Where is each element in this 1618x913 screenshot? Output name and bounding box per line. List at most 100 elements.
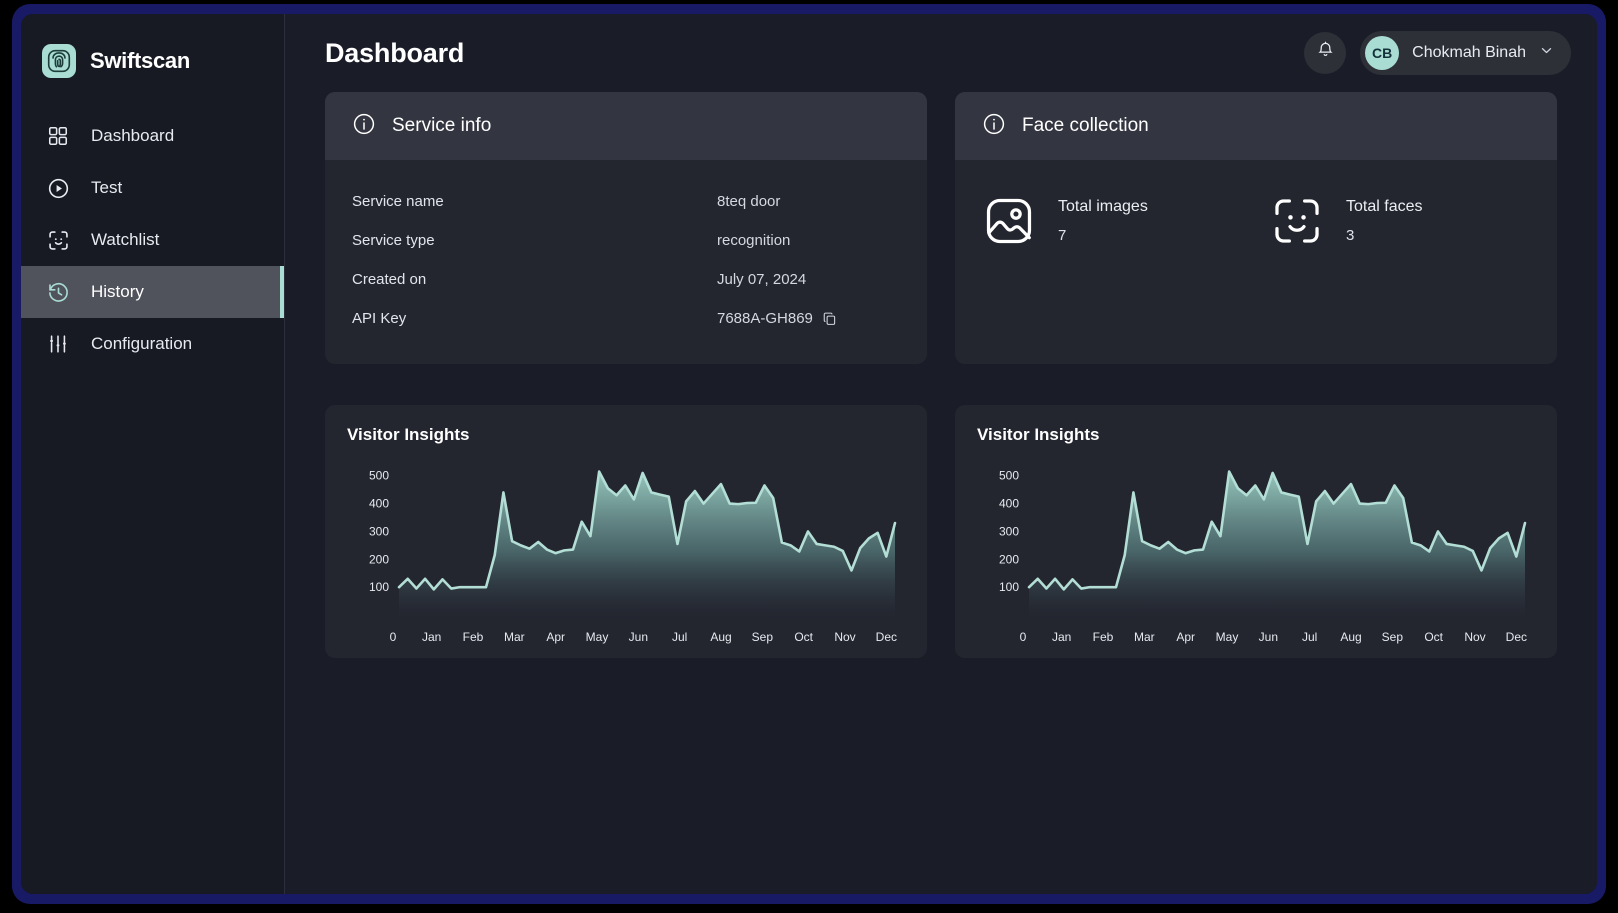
table-row: Created on July 07, 2024 xyxy=(352,260,900,299)
sidebar-item-label: Test xyxy=(91,178,123,197)
table-row: API Key 7688A-GH869 xyxy=(352,299,900,338)
stat-group: Total images 7 Total faces 3 xyxy=(982,182,1530,248)
svg-text:Jun: Jun xyxy=(1259,630,1278,644)
svg-text:May: May xyxy=(1216,630,1239,644)
face-collection-card: Face collection Total images 7 Total fac… xyxy=(955,92,1557,364)
stat-text: Total images 7 xyxy=(1058,198,1148,244)
service-info-card: Service info Service name 8teq door Serv… xyxy=(325,92,927,364)
app-window: Swiftscan Dashboard Test Watchlist Histo… xyxy=(21,14,1597,894)
grid-icon xyxy=(45,123,71,149)
visitor-insights-chart-left: Visitor Insights 100 200 300 400 500 0 Jan Feb M… xyxy=(325,405,927,658)
screen: Swiftscan Dashboard Test Watchlist Histo… xyxy=(0,0,1618,913)
svg-text:100: 100 xyxy=(999,580,1019,594)
sidebar: Swiftscan Dashboard Test Watchlist Histo… xyxy=(21,14,285,894)
clock-rotate-icon xyxy=(45,279,71,305)
face-scan-icon xyxy=(45,227,71,253)
svg-text:Apr: Apr xyxy=(546,630,565,644)
stat-total-images: Total images 7 xyxy=(982,194,1270,248)
chart-plot-area: 100 200 300 400 500 0 Jan Feb Mar Apr May Jun Jul Aug… xyxy=(977,453,1535,649)
info-row-group: Service info Service name 8teq door Serv… xyxy=(325,92,1557,364)
row-value: 8teq door xyxy=(717,193,780,210)
row-value: recognition xyxy=(717,232,790,249)
face-scan-icon xyxy=(1270,194,1324,248)
svg-text:0: 0 xyxy=(1020,630,1027,644)
sidebar-item-label: History xyxy=(91,282,144,301)
row-key: API Key xyxy=(352,310,407,327)
image-icon xyxy=(982,194,1036,248)
sidebar-item-label: Configuration xyxy=(91,334,193,353)
svg-text:Feb: Feb xyxy=(1093,630,1114,644)
user-name: Chokmah Binah xyxy=(1412,44,1526,61)
svg-text:500: 500 xyxy=(369,469,389,483)
row-value-text: recognition xyxy=(717,232,791,249)
sidebar-item-dashboard[interactable]: Dashboard xyxy=(21,110,284,162)
service-info-body: Service name 8teq door Service type reco… xyxy=(325,160,927,364)
face-collection-header: Face collection xyxy=(955,92,1557,160)
info-circle-icon xyxy=(982,112,1006,141)
charts-row-group: Visitor Insights 100 200 300 400 500 0 Jan Feb M… xyxy=(325,405,1557,658)
api-key-value: 7688A-GH869 xyxy=(717,310,813,327)
svg-text:Aug: Aug xyxy=(710,630,731,644)
area-chart-svg: 100 200 300 400 500 0 Jan Feb Mar Apr May Jun Jul Aug… xyxy=(369,469,897,644)
svg-text:Jul: Jul xyxy=(1302,630,1317,644)
topbar: Dashboard CB Chokmah Binah xyxy=(285,14,1597,92)
svg-text:500: 500 xyxy=(999,469,1019,483)
copy-icon[interactable] xyxy=(822,311,837,326)
topbar-actions: CB Chokmah Binah xyxy=(1304,31,1571,75)
face-collection-body: Total images 7 Total faces 3 xyxy=(955,160,1557,274)
table-row: Service type recognition xyxy=(352,221,900,260)
svg-text:Nov: Nov xyxy=(1464,630,1485,644)
stat-value: 7 xyxy=(1058,227,1067,244)
row-value-text: July 07, 2024 xyxy=(717,271,807,288)
sidebar-item-test[interactable]: Test xyxy=(21,162,284,214)
brand: Swiftscan xyxy=(21,14,284,88)
svg-text:Oct: Oct xyxy=(794,630,813,644)
user-menu[interactable]: CB Chokmah Binah xyxy=(1360,31,1571,75)
svg-text:300: 300 xyxy=(369,524,389,538)
svg-text:Jan: Jan xyxy=(422,630,441,644)
bell-icon xyxy=(1316,41,1335,65)
stat-text: Total faces 3 xyxy=(1346,198,1422,244)
sidebar-item-configuration[interactable]: Configuration xyxy=(21,318,284,370)
chart-plot-area: 100 200 300 400 500 0 Jan Feb Mar Apr May Jun Jul Aug… xyxy=(347,453,905,649)
service-info-header: Service info xyxy=(325,92,927,160)
dashboard-grid: Service info Service name 8teq door Serv… xyxy=(285,92,1597,658)
main-content: Dashboard CB Chokmah Binah Service info … xyxy=(285,14,1597,894)
svg-text:Dec: Dec xyxy=(1506,630,1527,644)
svg-text:Jun: Jun xyxy=(629,630,648,644)
svg-text:0: 0 xyxy=(390,630,397,644)
row-value-text: 8teq door xyxy=(717,193,781,210)
chevron-down-icon xyxy=(1539,43,1554,63)
svg-text:Mar: Mar xyxy=(1134,630,1155,644)
svg-text:Sep: Sep xyxy=(1382,630,1404,644)
svg-text:Jan: Jan xyxy=(1052,630,1071,644)
brand-name: Swiftscan xyxy=(90,48,190,73)
chart-title: Visitor Insights xyxy=(347,425,470,444)
sliders-icon xyxy=(45,331,71,357)
sidebar-item-history[interactable]: History xyxy=(21,266,284,318)
stat-label: Total faces xyxy=(1346,198,1423,215)
svg-text:Jul: Jul xyxy=(672,630,687,644)
row-value: 7688A-GH869 xyxy=(717,310,837,327)
svg-text:400: 400 xyxy=(999,497,1019,511)
row-key: Service name xyxy=(352,193,444,210)
stat-label: Total images xyxy=(1058,198,1148,215)
svg-text:300: 300 xyxy=(999,524,1019,538)
svg-text:200: 200 xyxy=(369,552,389,566)
svg-text:100: 100 xyxy=(369,580,389,594)
avatar: CB xyxy=(1365,36,1400,70)
notifications-button[interactable] xyxy=(1304,32,1347,74)
fingerprint-icon xyxy=(42,44,76,78)
service-info-title: Service info xyxy=(392,115,492,136)
svg-text:Mar: Mar xyxy=(504,630,525,644)
svg-text:Dec: Dec xyxy=(876,630,897,644)
svg-text:200: 200 xyxy=(999,552,1019,566)
svg-text:Aug: Aug xyxy=(1340,630,1361,644)
sidebar-item-watchlist[interactable]: Watchlist xyxy=(21,214,284,266)
stat-total-faces: Total faces 3 xyxy=(1270,194,1557,248)
svg-text:400: 400 xyxy=(369,497,389,511)
area-chart-svg: 100 200 300 400 500 0 Jan Feb Mar Apr May Jun Jul Aug… xyxy=(999,469,1527,644)
sidebar-item-label: Watchlist xyxy=(91,230,160,249)
row-key: Created on xyxy=(352,271,427,288)
table-row: Service name 8teq door xyxy=(352,182,900,221)
